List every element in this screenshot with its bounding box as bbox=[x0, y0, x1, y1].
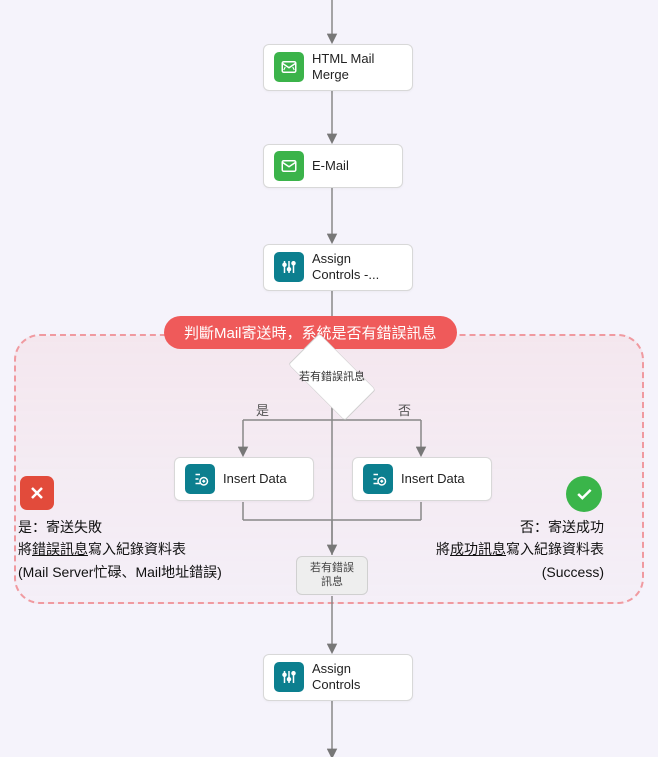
annot-line: 將錯誤訊息寫入紀錄資料表 bbox=[18, 538, 222, 560]
node-insert-data-left[interactable]: Insert Data bbox=[174, 457, 314, 501]
merge-node[interactable]: 若有錯誤訊息 bbox=[296, 556, 368, 595]
sliders-icon bbox=[274, 252, 304, 282]
merge-label: 若有錯誤訊息 bbox=[310, 562, 354, 588]
branch-label-no: 否 bbox=[398, 400, 411, 419]
node-assign-controls-top[interactable]: Assign Controls -... bbox=[263, 244, 413, 291]
decision-diamond[interactable]: 若有錯誤訊息 bbox=[277, 352, 387, 402]
node-html-mail-merge[interactable]: HTML Mail Merge bbox=[263, 44, 413, 91]
cross-icon bbox=[20, 476, 54, 510]
insert-icon bbox=[363, 464, 393, 494]
node-label: Assign Controls bbox=[312, 661, 402, 694]
annot-line: 將成功訊息寫入紀錄資料表 bbox=[436, 538, 604, 560]
node-label: Insert Data bbox=[223, 471, 287, 487]
annot-line: 否：寄送成功 bbox=[436, 516, 604, 538]
node-label: Insert Data bbox=[401, 471, 465, 487]
annotation-left: 是：寄送失敗 將錯誤訊息寫入紀錄資料表 (Mail Server忙碌、Mail地… bbox=[18, 516, 222, 583]
node-label: HTML Mail Merge bbox=[312, 51, 402, 84]
node-label: Assign Controls -... bbox=[312, 251, 402, 284]
callout-text: 判斷Mail寄送時，系統是否有錯誤訊息 bbox=[184, 325, 437, 342]
annotation-right: 否：寄送成功 將成功訊息寫入紀錄資料表 (Success) bbox=[436, 516, 604, 583]
insert-icon bbox=[185, 464, 215, 494]
mail-merge-icon bbox=[274, 52, 304, 82]
node-email[interactable]: E-Mail bbox=[263, 144, 403, 188]
annot-line: (Success) bbox=[436, 561, 604, 583]
node-insert-data-right[interactable]: Insert Data bbox=[352, 457, 492, 501]
flowchart-canvas: 判斷Mail寄送時，系統是否有錯誤訊息 HTML Mail Merge E-Ma… bbox=[0, 0, 658, 757]
node-assign-controls-bottom[interactable]: Assign Controls bbox=[263, 654, 413, 701]
sliders-icon bbox=[274, 662, 304, 692]
annot-line: 是：寄送失敗 bbox=[18, 516, 222, 538]
annot-line: (Mail Server忙碌、Mail地址錯誤) bbox=[18, 561, 222, 583]
branch-label-yes: 是 bbox=[256, 400, 269, 419]
envelope-icon bbox=[274, 151, 304, 181]
check-icon bbox=[566, 476, 602, 512]
node-label: E-Mail bbox=[312, 158, 349, 174]
decision-label: 若有錯誤訊息 bbox=[299, 370, 365, 384]
